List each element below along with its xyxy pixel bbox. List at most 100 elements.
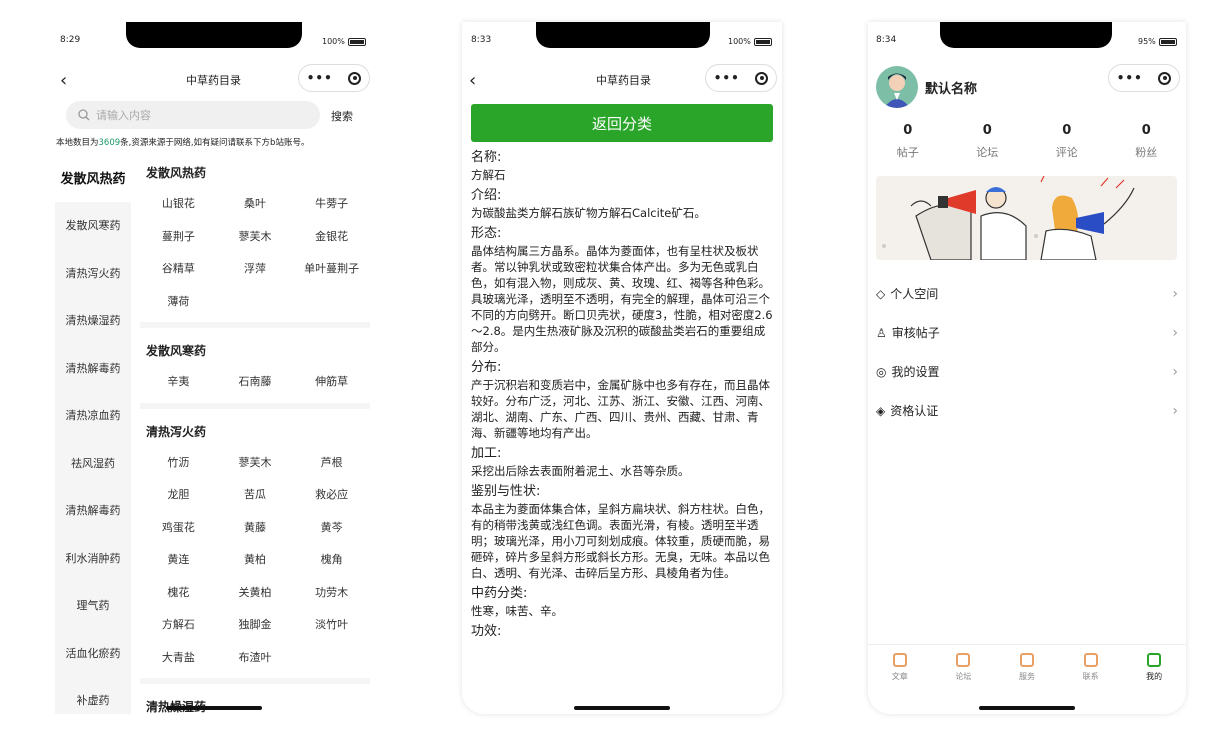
battery-icon <box>1158 37 1177 46</box>
close-miniprogram-icon[interactable] <box>348 71 362 85</box>
menu-icon: ◎ <box>876 364 887 379</box>
menu-item[interactable]: ◈ 资格认证 › <box>876 391 1178 430</box>
herb-group-title: 清热燥湿药 <box>140 692 370 714</box>
status-battery: 95% <box>1138 37 1177 46</box>
search-input[interactable]: 请输入内容 <box>66 101 320 129</box>
stat-item[interactable]: 0 帖子 <box>868 123 948 160</box>
tab-label: 联系 <box>1082 672 1099 681</box>
close-miniprogram-icon[interactable] <box>1158 71 1172 85</box>
back-icon[interactable]: ‹ <box>469 70 476 91</box>
stat-value: 0 <box>903 123 913 138</box>
herb-item[interactable]: 浮萍 <box>217 253 294 286</box>
sidebar-category-item[interactable]: 清热凉血药 <box>55 392 131 440</box>
home-indicator <box>574 706 670 710</box>
tab-item[interactable]: 联系 <box>1059 645 1123 694</box>
herb-item[interactable]: 伸筋草 <box>293 366 370 399</box>
detail-section-title: 功效: <box>471 624 502 639</box>
sidebar-category-item[interactable]: 清热解毒药 <box>55 344 131 392</box>
herb-item[interactable]: 独脚金 <box>217 609 294 642</box>
detail-section-body: 晶体结构属三方晶系。晶体为菱面体，也有呈柱状及板状者。常以钟乳状或致密粒状集合体… <box>471 244 773 354</box>
notch <box>126 22 302 48</box>
tab-icon <box>1147 653 1162 667</box>
stat-item[interactable]: 0 评论 <box>1027 123 1107 160</box>
tab-item[interactable]: 我的 <box>1122 645 1186 694</box>
detail-section-body: 产于沉积岩和变质岩中，金属矿脉中也多有存在，而且晶体较好。分布广泛，河北、江苏、… <box>471 378 770 440</box>
herb-item[interactable]: 黄柏 <box>217 544 294 577</box>
herb-item[interactable]: 蓼芙木 <box>217 221 294 254</box>
herb-item[interactable]: 布渣叶 <box>217 642 294 675</box>
status-time: 8:34 <box>876 35 897 45</box>
herb-item[interactable]: 辛夷 <box>140 366 217 399</box>
herb-item[interactable]: 方解石 <box>140 609 217 642</box>
stat-value: 0 <box>1062 123 1072 138</box>
sidebar-category-item[interactable]: 补虚药 <box>55 677 131 715</box>
herb-item[interactable]: 槐花 <box>140 577 217 610</box>
tab-item[interactable]: 文章 <box>868 645 932 694</box>
herb-item[interactable]: 关黄柏 <box>217 577 294 610</box>
tab-item[interactable]: 服务 <box>995 645 1059 694</box>
herb-item[interactable]: 黄芩 <box>293 512 370 545</box>
tab-item[interactable]: 论坛 <box>932 645 996 694</box>
stat-label: 论坛 <box>976 146 999 159</box>
herb-item[interactable]: 牛蒡子 <box>293 188 370 221</box>
detail-section-title: 分布: <box>471 360 502 375</box>
herb-item[interactable]: 槐角 <box>293 544 370 577</box>
sidebar-category-item[interactable]: 理气药 <box>55 582 131 630</box>
back-icon[interactable]: ‹ <box>60 70 67 91</box>
herb-item[interactable]: 石南藤 <box>217 366 294 399</box>
herb-item[interactable]: 大青盐 <box>140 642 217 675</box>
status-time: 8:33 <box>471 35 492 45</box>
herb-item[interactable]: 龙胆 <box>140 479 217 512</box>
capsule-menu[interactable]: ••• <box>298 64 370 92</box>
menu-icon: ♙ <box>876 325 887 340</box>
menu-icon: ◇ <box>876 286 886 301</box>
avatar-illustration <box>884 73 910 108</box>
sidebar-category-item[interactable]: 清热泻火药 <box>55 249 131 297</box>
sidebar-category-item[interactable]: 活血化瘀药 <box>55 629 131 677</box>
phone-catalog-screen: 8:29 100% ‹ 中草药目录 ••• 请输入内容 搜索 本地数目为3609… <box>52 22 374 714</box>
capsule-menu[interactable]: ••• <box>705 64 777 92</box>
stat-item[interactable]: 0 粉丝 <box>1107 123 1187 160</box>
herb-item[interactable]: 鸡蛋花 <box>140 512 217 545</box>
herb-item[interactable]: 蓼芙木 <box>217 447 294 480</box>
herb-item[interactable]: 苦瓜 <box>217 479 294 512</box>
stat-item[interactable]: 0 论坛 <box>948 123 1028 160</box>
menu-item[interactable]: ◇ 个人空间 › <box>876 274 1178 313</box>
herb-item[interactable]: 桑叶 <box>217 188 294 221</box>
herb-item[interactable]: 山银花 <box>140 188 217 221</box>
detail-section-body: 为碳酸盐类方解石族矿物方解石Calcite矿石。 <box>471 206 706 220</box>
menu-item[interactable]: ◎ 我的设置 › <box>876 352 1178 391</box>
menu-label: 个人空间 <box>890 287 939 301</box>
sidebar-category-item[interactable]: 发散风寒药 <box>55 202 131 250</box>
sidebar-category-item[interactable]: 清热燥湿药 <box>55 297 131 345</box>
close-miniprogram-icon[interactable] <box>755 71 769 85</box>
herb-item[interactable]: 黄连 <box>140 544 217 577</box>
chevron-right-icon: › <box>1172 285 1178 302</box>
more-icon[interactable]: ••• <box>1117 71 1143 85</box>
herb-item[interactable]: 黄藤 <box>217 512 294 545</box>
status-battery: 100% <box>322 37 366 46</box>
herb-item[interactable]: 单叶蔓荆子 <box>293 253 370 286</box>
avatar[interactable] <box>876 66 918 108</box>
sidebar-category-item[interactable]: 发散风热药 <box>55 154 131 202</box>
herb-item[interactable]: 蔓荆子 <box>140 221 217 254</box>
herb-item[interactable]: 救必应 <box>293 479 370 512</box>
search-button[interactable]: 搜索 <box>331 108 353 124</box>
capsule-menu[interactable]: ••• <box>1108 64 1180 92</box>
herb-item[interactable]: 功劳木 <box>293 577 370 610</box>
more-icon[interactable]: ••• <box>714 71 740 85</box>
return-category-button[interactable]: 返回分类 <box>471 104 773 142</box>
herb-item[interactable]: 金银花 <box>293 221 370 254</box>
sidebar-category-item[interactable]: 利水消肿药 <box>55 534 131 582</box>
menu-item[interactable]: ♙ 审核帖子 › <box>876 313 1178 352</box>
herb-item[interactable]: 谷精草 <box>140 253 217 286</box>
page-title: 中草药目录 <box>596 74 651 87</box>
herb-item[interactable]: 薄荷 <box>140 286 217 319</box>
herb-item[interactable]: 竹沥 <box>140 447 217 480</box>
more-icon[interactable]: ••• <box>307 71 333 85</box>
sidebar-category-item[interactable]: 清热解毒药 <box>55 487 131 535</box>
herb-item[interactable]: 芦根 <box>293 447 370 480</box>
detail-section-title: 加工: <box>471 446 502 461</box>
sidebar-category-item[interactable]: 祛风湿药 <box>55 439 131 487</box>
herb-item[interactable]: 淡竹叶 <box>293 609 370 642</box>
